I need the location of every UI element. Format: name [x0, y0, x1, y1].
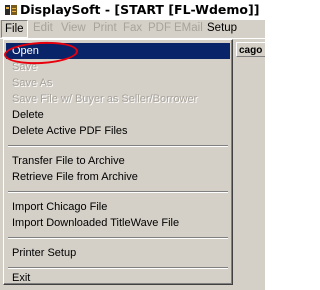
menu-file[interactable]: File — [1, 20, 28, 38]
menu-item-exit[interactable]: Exit — [6, 272, 230, 285]
menu-item-delete[interactable]: Delete — [6, 107, 230, 123]
menu-print[interactable]: Print — [93, 22, 117, 34]
menu-email[interactable]: EMail — [174, 22, 203, 34]
menu-item-save-as[interactable]: Save As — [6, 75, 230, 91]
menu-view[interactable]: View — [61, 22, 86, 34]
menu-separator — [8, 191, 228, 193]
grid-column-header[interactable]: cago — [236, 42, 265, 57]
title-bar[interactable]: DisplaySoft - [START [FL-Wdemo]] — [0, 0, 265, 20]
menu-item-retrieve-from-archive[interactable]: Retrieve File from Archive — [6, 169, 230, 185]
menu-item-import-titlewave-file[interactable]: Import Downloaded TitleWave File — [6, 215, 230, 231]
menu-separator — [8, 267, 228, 269]
menu-separator — [8, 145, 228, 147]
menu-item-save-file-buyer-as-seller[interactable]: Save File w/ Buyer as Seller/Borrower — [6, 91, 230, 107]
displaysoft-app-icon — [5, 5, 17, 15]
menu-setup[interactable]: Setup — [207, 22, 237, 34]
file-menu-dropdown: Open Save Save As Save File w/ Buyer as … — [3, 39, 233, 285]
menu-separator — [8, 237, 228, 239]
menu-edit[interactable]: Edit — [33, 22, 53, 34]
menu-item-delete-active-pdf-files[interactable]: Delete Active PDF Files — [6, 123, 230, 139]
menu-item-transfer-to-archive[interactable]: Transfer File to Archive — [6, 153, 230, 169]
menu-pdf[interactable]: PDF — [148, 22, 171, 34]
menu-item-printer-setup[interactable]: Printer Setup — [6, 245, 230, 261]
menu-fax[interactable]: Fax — [123, 22, 142, 34]
menu-item-import-chicago-file[interactable]: Import Chicago File — [6, 199, 230, 215]
window-title: DisplaySoft - [START [FL-Wdemo]] — [20, 2, 260, 17]
